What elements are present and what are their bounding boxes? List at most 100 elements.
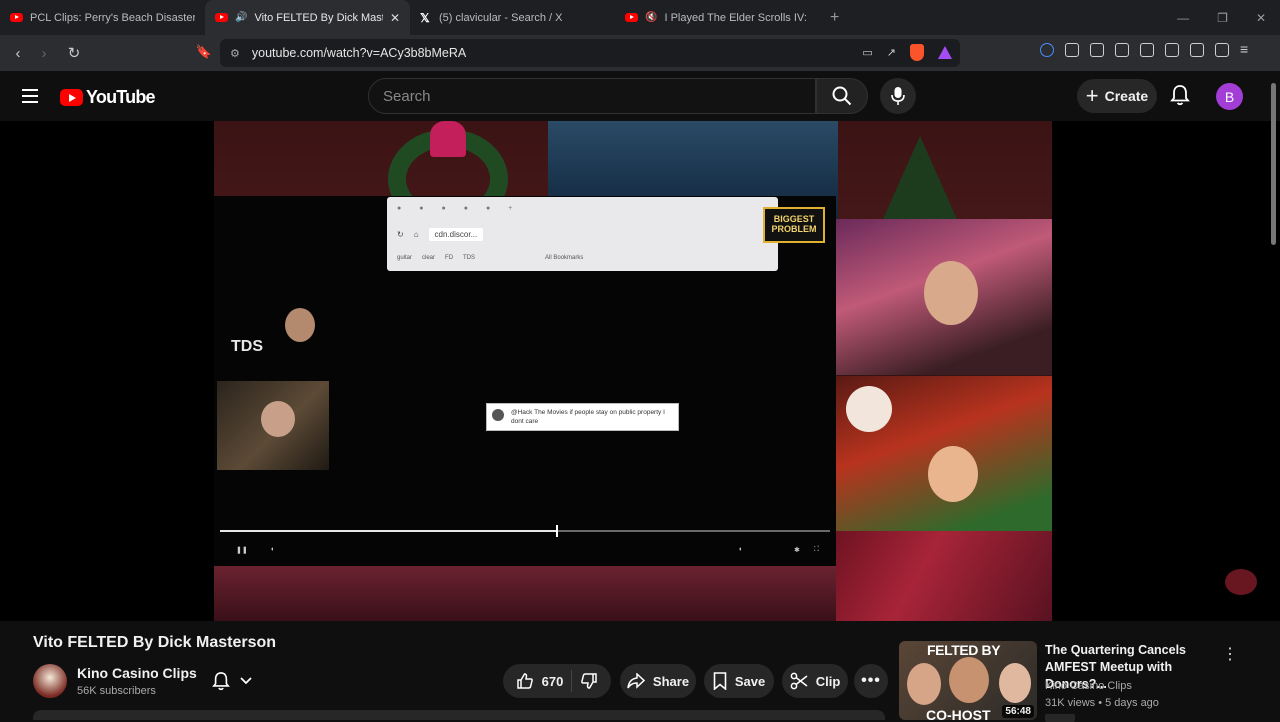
chat-message-text: @Hack The Movies if people stay on publi…: [511, 409, 665, 425]
vpn-icon[interactable]: [1215, 43, 1229, 57]
clip-label: Clip: [815, 673, 841, 689]
brave-shields-icon[interactable]: [910, 44, 924, 61]
youtube-header: YouTube + Create B: [0, 71, 1280, 121]
browser-tab[interactable]: PCL Clips: Perry's Beach Disaster - Yo: [0, 0, 205, 35]
notifications-bell-icon[interactable]: [1170, 84, 1190, 106]
save-button[interactable]: Save: [704, 664, 774, 698]
recommendation-meta: 31K views • 5 days ago: [1045, 697, 1159, 709]
logo-line: BIGGEST: [773, 214, 815, 224]
extension-icon[interactable]: [1040, 43, 1054, 57]
account-avatar[interactable]: B: [1216, 83, 1243, 110]
share-label: Share: [652, 673, 690, 689]
wreath-bow: [430, 121, 466, 157]
video-title: Vito FELTED By Dick Masterson: [33, 634, 277, 651]
bookmark-label: FD: [445, 255, 454, 261]
shared-url-text: cdn.discor...: [428, 227, 484, 241]
voice-search-button[interactable]: [880, 78, 916, 114]
clip-button[interactable]: Clip: [782, 664, 848, 698]
tab-title: I Played The Elder Scrolls IV: Obl: [664, 11, 810, 24]
share-button[interactable]: Share: [620, 664, 696, 698]
browser-toolbar: ‹ › ↻ 🔖 ⚙ youtube.com/watch?v=ACy3b8bMeR…: [0, 35, 1280, 71]
subscription-bell-button[interactable]: [200, 664, 264, 698]
bell-icon: [212, 672, 230, 691]
fullscreen-icon: ⛶: [814, 546, 819, 553]
guide-menu-icon[interactable]: [22, 89, 38, 107]
youtube-logo-text: YouTube: [86, 87, 156, 107]
youtube-favicon-icon: [215, 13, 228, 22]
youtube-logo[interactable]: YouTube: [60, 87, 156, 108]
youtube-logo-icon: [60, 89, 83, 106]
thumbnail-text: CO-HOST: [926, 707, 991, 720]
search-input[interactable]: [369, 79, 815, 113]
minimize-icon[interactable]: —: [1177, 11, 1189, 25]
sidebar-icon[interactable]: [1140, 43, 1154, 57]
youtube-favicon-icon: [625, 13, 638, 22]
embedded-progress-fill: [220, 530, 556, 532]
browser-tab-active[interactable]: 🔊 Vito FELTED By Dick Masterso ✕: [205, 0, 410, 35]
webcam-feed: [217, 381, 329, 470]
cast-icon[interactable]: ▭: [862, 46, 872, 59]
search-button[interactable]: [816, 78, 868, 114]
share-icon: [627, 673, 645, 689]
video-player[interactable]: ● ● ● ● ● + ↻ ⌂ cdn.discor... guitar clear FD T…: [0, 121, 1280, 621]
reload-icon[interactable]: ↻: [62, 44, 86, 62]
description-box[interactable]: [33, 710, 885, 720]
scrollbar-thumb[interactable]: [1271, 83, 1276, 245]
channel-name[interactable]: Kino Casino Clips: [77, 665, 197, 681]
maximize-icon[interactable]: ❐: [1217, 11, 1228, 25]
webcam-feed: [836, 219, 1052, 375]
save-bookmark-icon: [713, 672, 727, 690]
channel-watermark[interactable]: [1225, 569, 1257, 595]
shared-browser-urlbar: ↻ ⌂ cdn.discor...: [387, 223, 778, 245]
leo-ai-icon[interactable]: [1190, 43, 1204, 57]
like-button[interactable]: 670: [516, 672, 563, 690]
close-window-icon[interactable]: ✕: [1256, 11, 1266, 25]
close-tab-icon[interactable]: ✕: [390, 11, 400, 25]
create-label: Create: [1104, 88, 1149, 104]
music-icon[interactable]: [1115, 43, 1129, 57]
site-settings-icon[interactable]: ⚙: [230, 47, 240, 60]
microphone-icon: [891, 87, 905, 105]
youtube-favicon-icon: [10, 13, 23, 22]
share-page-icon[interactable]: ↗: [887, 46, 896, 59]
browser-tab[interactable]: 🔇 I Played The Elder Scrolls IV: Obl: [615, 0, 820, 35]
shared-bookmarks-bar: guitar clear FD TDS All Bookmarks: [387, 247, 778, 269]
tab-title: Vito FELTED By Dick Masterso: [254, 11, 383, 24]
create-button[interactable]: + Create: [1077, 79, 1157, 113]
bookmark-label: TDS: [463, 255, 476, 261]
embedded-progress-bar: [220, 525, 830, 537]
new-tab-icon[interactable]: +: [820, 9, 849, 27]
thumbnail-text: FELTED BY: [927, 642, 1001, 658]
brave-rewards-icon[interactable]: [938, 46, 952, 59]
recommendation-channel[interactable]: Kino Casino Clips: [1045, 680, 1132, 692]
extensions-bar: ≡: [1040, 42, 1254, 57]
thumbs-down-icon[interactable]: [580, 672, 598, 690]
like-dislike-group: 670: [503, 664, 611, 698]
url-text: youtube.com/watch?v=ACy3b8bMeRA: [251, 46, 467, 60]
pause-icon: ❚❚: [236, 547, 248, 554]
divider: [571, 670, 573, 692]
menu-icon[interactable]: ≡: [1240, 42, 1254, 57]
x-favicon-icon: 𝕏: [420, 10, 430, 25]
recommendation-thumbnail[interactable]: FELTED BY CO-HOST 56:48: [899, 641, 1037, 720]
page-scrollbar[interactable]: [1268, 71, 1280, 720]
bookmark-icon[interactable]: 🔖: [192, 44, 216, 60]
speaker-icon[interactable]: 🔊: [235, 12, 247, 23]
puzzle-extensions-icon[interactable]: [1065, 43, 1079, 57]
forward-icon[interactable]: ›: [32, 45, 56, 62]
muted-speaker-icon[interactable]: 🔇: [645, 12, 657, 23]
back-icon[interactable]: ‹: [6, 45, 30, 62]
address-bar[interactable]: ⚙ youtube.com/watch?v=ACy3b8bMeRA ▭ ↗: [220, 39, 960, 67]
browser-tab[interactable]: 𝕏 (5) clavicular - Search / X: [410, 0, 615, 35]
more-vertical-icon[interactable]: ⋮: [1222, 644, 1238, 664]
bookmark-label: clear: [422, 255, 436, 261]
address-bar-actions: ▭ ↗: [862, 44, 952, 61]
volume-icon: ◖: [738, 546, 743, 553]
wallet-icon[interactable]: [1165, 43, 1179, 57]
scissors-icon: [790, 672, 808, 690]
channel-avatar[interactable]: [33, 664, 67, 698]
tab-title: PCL Clips: Perry's Beach Disaster - Yo: [30, 11, 195, 24]
more-actions-button[interactable]: •••: [854, 664, 888, 698]
avatar-letter: B: [1224, 88, 1235, 105]
extension-icon[interactable]: [1090, 43, 1104, 57]
